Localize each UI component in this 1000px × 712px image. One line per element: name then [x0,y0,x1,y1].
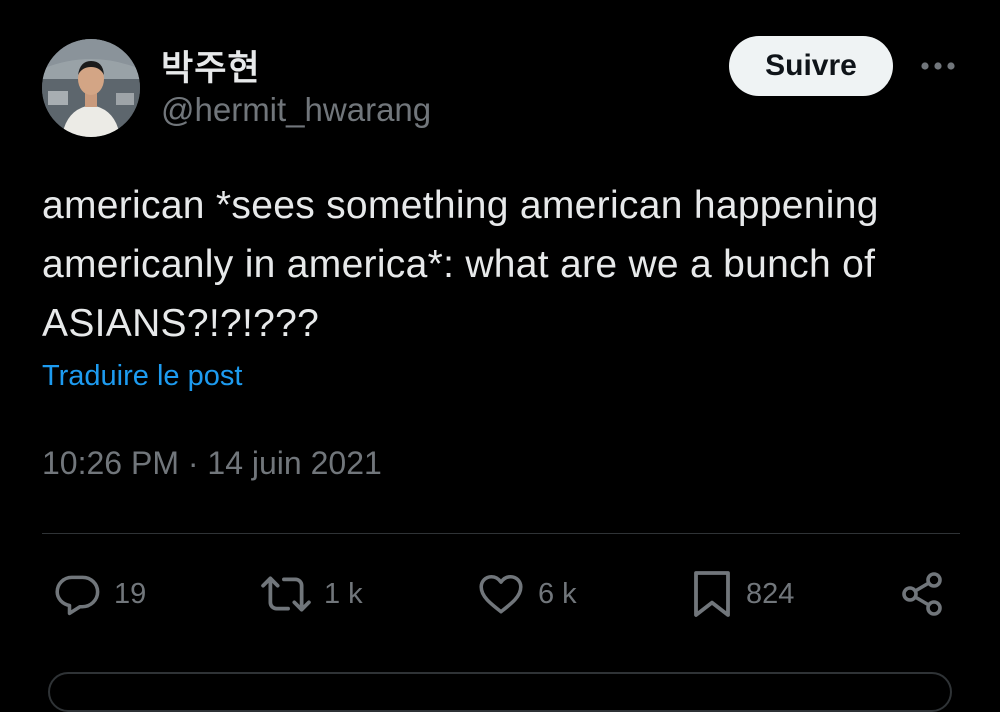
more-horizontal-icon [921,62,955,70]
like-button[interactable]: 6 k [476,568,577,620]
retweet-button[interactable]: 1 k [260,568,363,620]
reply-count: 19 [114,577,147,610]
more-options-button[interactable] [916,50,960,82]
like-count: 6 k [538,577,577,610]
reply-composer[interactable] [48,672,952,712]
share-button[interactable] [898,568,946,620]
heart-icon [479,574,523,614]
follow-button[interactable]: Suivre [729,36,893,96]
reply-button[interactable]: 19 [52,568,146,620]
reply-icon [55,575,100,616]
bookmark-button[interactable]: 824 [690,568,794,620]
profile-photo-icon [42,39,140,137]
meta-separator: · [187,445,199,481]
retweet-icon [261,576,311,612]
user-handle[interactable]: @hermit_hwarang [161,91,431,129]
bookmark-count: 824 [746,577,795,610]
divider [42,533,960,534]
retweet-count: 1 k [324,577,363,610]
display-name[interactable]: 박주현 [161,40,261,91]
tweet-date[interactable]: 14 juin 2021 [207,445,381,481]
share-icon [902,572,942,616]
avatar[interactable] [42,39,140,137]
translate-link[interactable]: Traduire le post [42,360,242,393]
tweet-text: american *sees something american happen… [42,184,879,345]
tweet-timestamp[interactable]: 10:26 PM · 14 juin 2021 [42,445,382,482]
bookmark-icon [694,571,730,617]
tweet-time[interactable]: 10:26 PM [42,445,179,481]
